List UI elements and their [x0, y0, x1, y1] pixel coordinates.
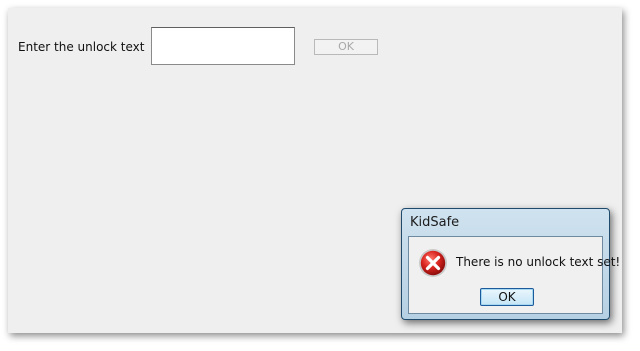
- dialog-body: There is no unlock text set! OK: [408, 236, 620, 314]
- unlock-ok-button[interactable]: OK: [314, 39, 378, 55]
- error-dialog: KidSafe There is no unlock text set! OK: [401, 208, 620, 320]
- dialog-ok-button[interactable]: OK: [480, 288, 534, 306]
- error-icon: [418, 248, 448, 278]
- unlock-text-label: Enter the unlock text: [18, 40, 145, 54]
- dialog-title: KidSafe: [410, 215, 460, 230]
- dialog-message: There is no unlock text set!: [456, 255, 621, 269]
- unlock-text-input[interactable]: [151, 27, 295, 65]
